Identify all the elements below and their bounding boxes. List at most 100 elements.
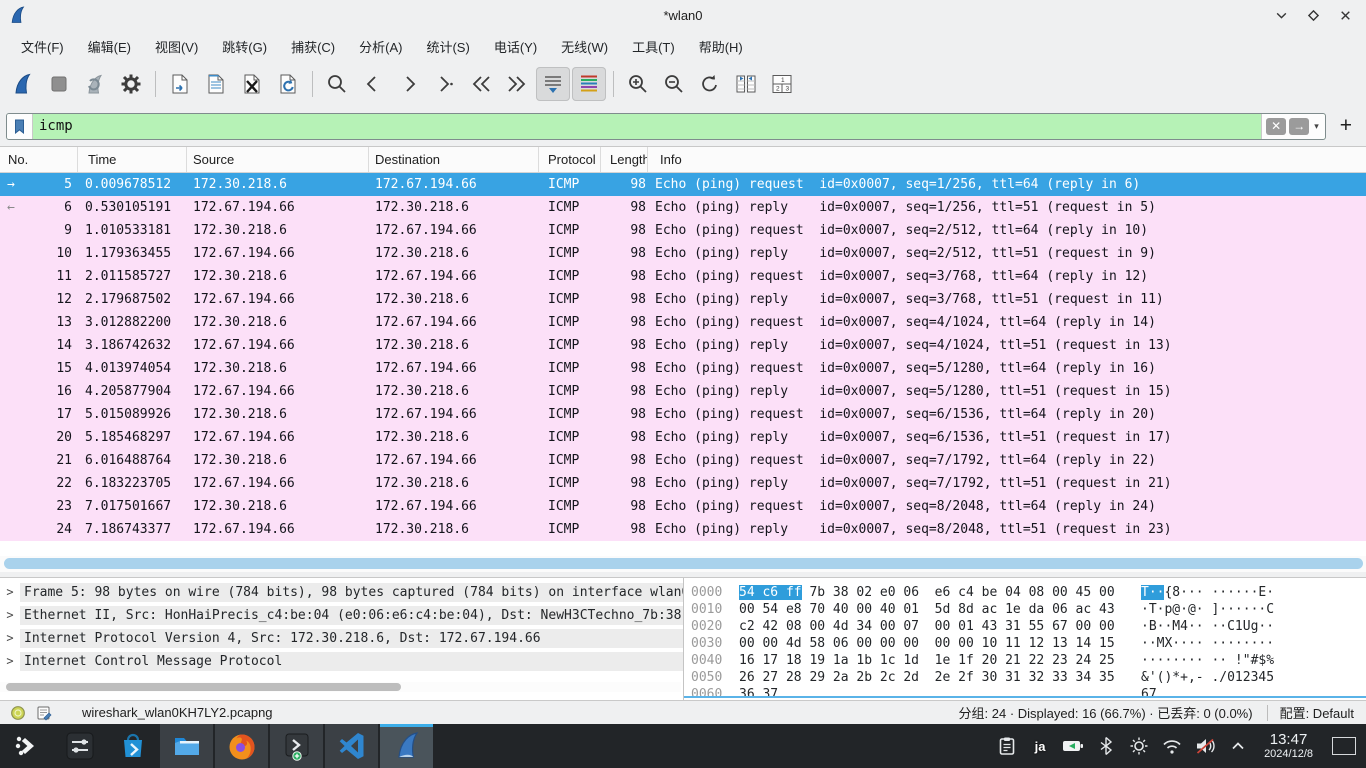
tray-wifi[interactable] — [1159, 733, 1185, 759]
packet-row-13[interactable]: 133.012882200172.30.218.6172.67.194.66IC… — [0, 311, 1366, 334]
layout-123-button[interactable]: 123 — [765, 67, 799, 101]
expand-twisty-icon[interactable]: > — [0, 606, 20, 625]
column-header-protocol[interactable]: Protocol — [539, 147, 601, 172]
tray-battery[interactable] — [1060, 733, 1086, 759]
profile-selector[interactable]: 配置: Default — [1268, 703, 1366, 722]
zoom-in-button[interactable] — [621, 67, 655, 101]
packet-row-20[interactable]: 205.185468297172.67.194.66172.30.218.6IC… — [0, 426, 1366, 449]
packet-row-10[interactable]: 101.179363455172.67.194.66172.30.218.6IC… — [0, 242, 1366, 265]
taskbar-app-terminal[interactable] — [270, 724, 323, 768]
column-header-length[interactable]: Length — [601, 147, 648, 172]
filter-dropdown-caret[interactable]: ▾ — [1312, 121, 1321, 132]
expand-twisty-icon[interactable]: > — [0, 583, 20, 602]
save-file-button[interactable] — [199, 67, 233, 101]
taskbar-app-file-manager[interactable] — [160, 724, 213, 768]
packet-row-22[interactable]: 226.183223705172.67.194.66172.30.218.6IC… — [0, 472, 1366, 495]
packet-row-5[interactable]: 50.009678512172.30.218.6172.67.194.66ICM… — [0, 173, 1366, 196]
menu-item-5[interactable]: 捕获(C) — [280, 32, 346, 61]
packet-row-23[interactable]: 237.017501667172.30.218.6172.67.194.66IC… — [0, 495, 1366, 518]
menu-item-7[interactable]: 统计(S) — [415, 32, 480, 61]
hex-row-0010[interactable]: 001000 54 e8 70 40 00 40 01 5d 8d ac 1e … — [684, 601, 1366, 618]
find-packet-button[interactable] — [320, 67, 354, 101]
packet-row-21[interactable]: 216.016488764172.30.218.6172.67.194.66IC… — [0, 449, 1366, 472]
details-hscrollbar-thumb[interactable] — [6, 683, 401, 691]
taskbar-app-discover[interactable] — [106, 724, 159, 768]
packet-row-24[interactable]: 247.186743377172.67.194.66172.30.218.6IC… — [0, 518, 1366, 541]
column-header-time[interactable]: Time — [78, 147, 187, 172]
show-desktop-button[interactable] — [1332, 737, 1356, 755]
packet-row-16[interactable]: 164.205877904172.67.194.66172.30.218.6IC… — [0, 380, 1366, 403]
detail-line-1[interactable]: >Frame 5: 98 bytes on wire (784 bits), 9… — [0, 583, 683, 602]
close-file-button[interactable] — [235, 67, 269, 101]
column-header-no[interactable]: No. — [0, 147, 78, 172]
start-capture-button[interactable] — [6, 67, 40, 101]
taskbar-clock[interactable]: 13:47 2024/12/8 — [1258, 732, 1319, 761]
stop-capture-button[interactable] — [42, 67, 76, 101]
tray-volume-muted[interactable] — [1192, 733, 1218, 759]
colorize-button[interactable] — [572, 67, 606, 101]
filter-add-button[interactable]: + — [1334, 116, 1358, 136]
hex-row-0000[interactable]: 000054 c6 ff 7b 38 02 e0 06 e6 c4 be 04 … — [684, 584, 1366, 601]
restart-capture-button[interactable] — [78, 67, 112, 101]
resize-columns-button[interactable] — [729, 67, 763, 101]
packet-row-11[interactable]: 112.011585727172.30.218.6172.67.194.66IC… — [0, 265, 1366, 288]
column-header-source[interactable]: Source — [187, 147, 369, 172]
close-button[interactable] — [1336, 6, 1354, 24]
hex-row-0050[interactable]: 005026 27 28 29 2a 2b 2c 2d 2e 2f 30 31 … — [684, 669, 1366, 686]
zoom-reset-button[interactable] — [693, 67, 727, 101]
capture-comment-icon[interactable] — [36, 705, 52, 721]
packet-row-15[interactable]: 154.013974054172.30.218.6172.67.194.66IC… — [0, 357, 1366, 380]
hex-row-0040[interactable]: 004016 17 18 19 1a 1b 1c 1d 1e 1f 20 21 … — [684, 652, 1366, 669]
menu-item-6[interactable]: 分析(A) — [348, 32, 413, 61]
minimize-button[interactable] — [1272, 6, 1290, 24]
packet-row-17[interactable]: 175.015089926172.30.218.6172.67.194.66IC… — [0, 403, 1366, 426]
packet-row-12[interactable]: 122.179687502172.67.194.66172.30.218.6IC… — [0, 288, 1366, 311]
tray-clipboard[interactable] — [994, 733, 1020, 759]
hex-row-0020[interactable]: 0020c2 42 08 00 4d 34 00 07 00 01 43 31 … — [684, 618, 1366, 635]
go-first-button[interactable] — [464, 67, 498, 101]
menu-item-11[interactable]: 帮助(H) — [688, 32, 754, 61]
expand-twisty-icon[interactable]: > — [0, 652, 20, 671]
menu-item-3[interactable]: 视图(V) — [144, 32, 209, 61]
taskbar-app-app-launcher[interactable] — [0, 724, 53, 768]
filter-bookmark-button[interactable] — [7, 114, 33, 139]
menu-item-9[interactable]: 无线(W) — [550, 32, 619, 61]
tray-brightness[interactable] — [1126, 733, 1152, 759]
taskbar-app-wireshark[interactable] — [380, 724, 433, 768]
detail-line-2[interactable]: >Ethernet II, Src: HonHaiPrecis_c4:be:04… — [0, 606, 683, 625]
display-filter-input[interactable] — [33, 118, 1261, 134]
taskbar-app-firefox[interactable] — [215, 724, 268, 768]
menu-item-2[interactable]: 编辑(E) — [77, 32, 142, 61]
packet-row-14[interactable]: 143.186742632172.67.194.66172.30.218.6IC… — [0, 334, 1366, 357]
taskbar-app-system-settings[interactable] — [53, 724, 106, 768]
capture-options-button[interactable] — [114, 67, 148, 101]
go-back-button[interactable] — [356, 67, 390, 101]
open-file-button[interactable] — [163, 67, 197, 101]
expert-info-icon[interactable] — [10, 705, 26, 721]
reload-file-button[interactable] — [271, 67, 305, 101]
packet-list-hscrollbar-thumb[interactable] — [4, 558, 1363, 569]
tray-input-method-badge[interactable]: ja — [1027, 733, 1053, 759]
taskbar-app-vscode[interactable] — [325, 724, 378, 768]
detail-line-4[interactable]: >Internet Control Message Protocol — [0, 652, 683, 671]
detail-line-3[interactable]: >Internet Protocol Version 4, Src: 172.3… — [0, 629, 683, 648]
menu-item-4[interactable]: 跳转(G) — [211, 32, 278, 61]
go-to-packet-button[interactable] — [428, 67, 462, 101]
filter-clear-button[interactable]: ✕ — [1266, 118, 1286, 135]
zoom-out-button[interactable] — [657, 67, 691, 101]
menu-item-8[interactable]: 电话(Y) — [483, 32, 548, 61]
tray-caret-up[interactable] — [1225, 733, 1251, 759]
expand-twisty-icon[interactable]: > — [0, 629, 20, 648]
column-header-destination[interactable]: Destination — [369, 147, 539, 172]
tray-bluetooth[interactable] — [1093, 733, 1119, 759]
filter-apply-button[interactable]: → — [1289, 118, 1309, 135]
menu-item-1[interactable]: 文件(F) — [10, 32, 75, 61]
go-forward-button[interactable] — [392, 67, 426, 101]
packet-row-9[interactable]: 91.010533181172.30.218.6172.67.194.66ICM… — [0, 219, 1366, 242]
column-header-info[interactable]: Info — [648, 147, 1366, 172]
go-last-button[interactable] — [500, 67, 534, 101]
hex-row-0030[interactable]: 003000 00 4d 58 06 00 00 00 00 00 10 11 … — [684, 635, 1366, 652]
maximize-button[interactable] — [1304, 6, 1322, 24]
auto-scroll-button[interactable] — [536, 67, 570, 101]
packet-row-6[interactable]: 60.530105191172.67.194.66172.30.218.6ICM… — [0, 196, 1366, 219]
